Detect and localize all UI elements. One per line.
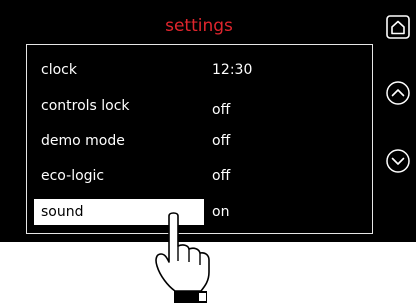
home-button[interactable] bbox=[385, 14, 411, 40]
chevron-up-icon bbox=[386, 81, 410, 105]
screen-title: settings bbox=[165, 16, 233, 36]
chevron-down-icon bbox=[386, 149, 410, 173]
appliance-display: settings clock 12:30 controls lock off d… bbox=[0, 0, 416, 242]
menu-label: controls lock bbox=[41, 98, 130, 114]
menu-label: demo mode bbox=[41, 133, 125, 149]
pointing-hand-icon bbox=[155, 212, 210, 303]
scroll-up-button[interactable] bbox=[385, 80, 411, 106]
menu-label: clock bbox=[41, 62, 77, 78]
menu-value: off bbox=[212, 133, 231, 149]
menu-label: sound bbox=[41, 204, 84, 220]
home-icon bbox=[386, 15, 410, 39]
menu-value: off bbox=[212, 168, 231, 184]
menu-row-eco-logic[interactable]: eco-logic off bbox=[34, 163, 368, 191]
menu-value: off bbox=[212, 102, 231, 118]
menu-row-controls-lock[interactable]: controls lock off bbox=[34, 93, 368, 121]
menu-label: eco-logic bbox=[41, 168, 105, 184]
menu-value: 12:30 bbox=[212, 62, 253, 78]
scroll-down-button[interactable] bbox=[385, 148, 411, 174]
menu-row-demo-mode[interactable]: demo mode off bbox=[34, 128, 368, 156]
menu-row-clock[interactable]: clock 12:30 bbox=[34, 57, 368, 85]
